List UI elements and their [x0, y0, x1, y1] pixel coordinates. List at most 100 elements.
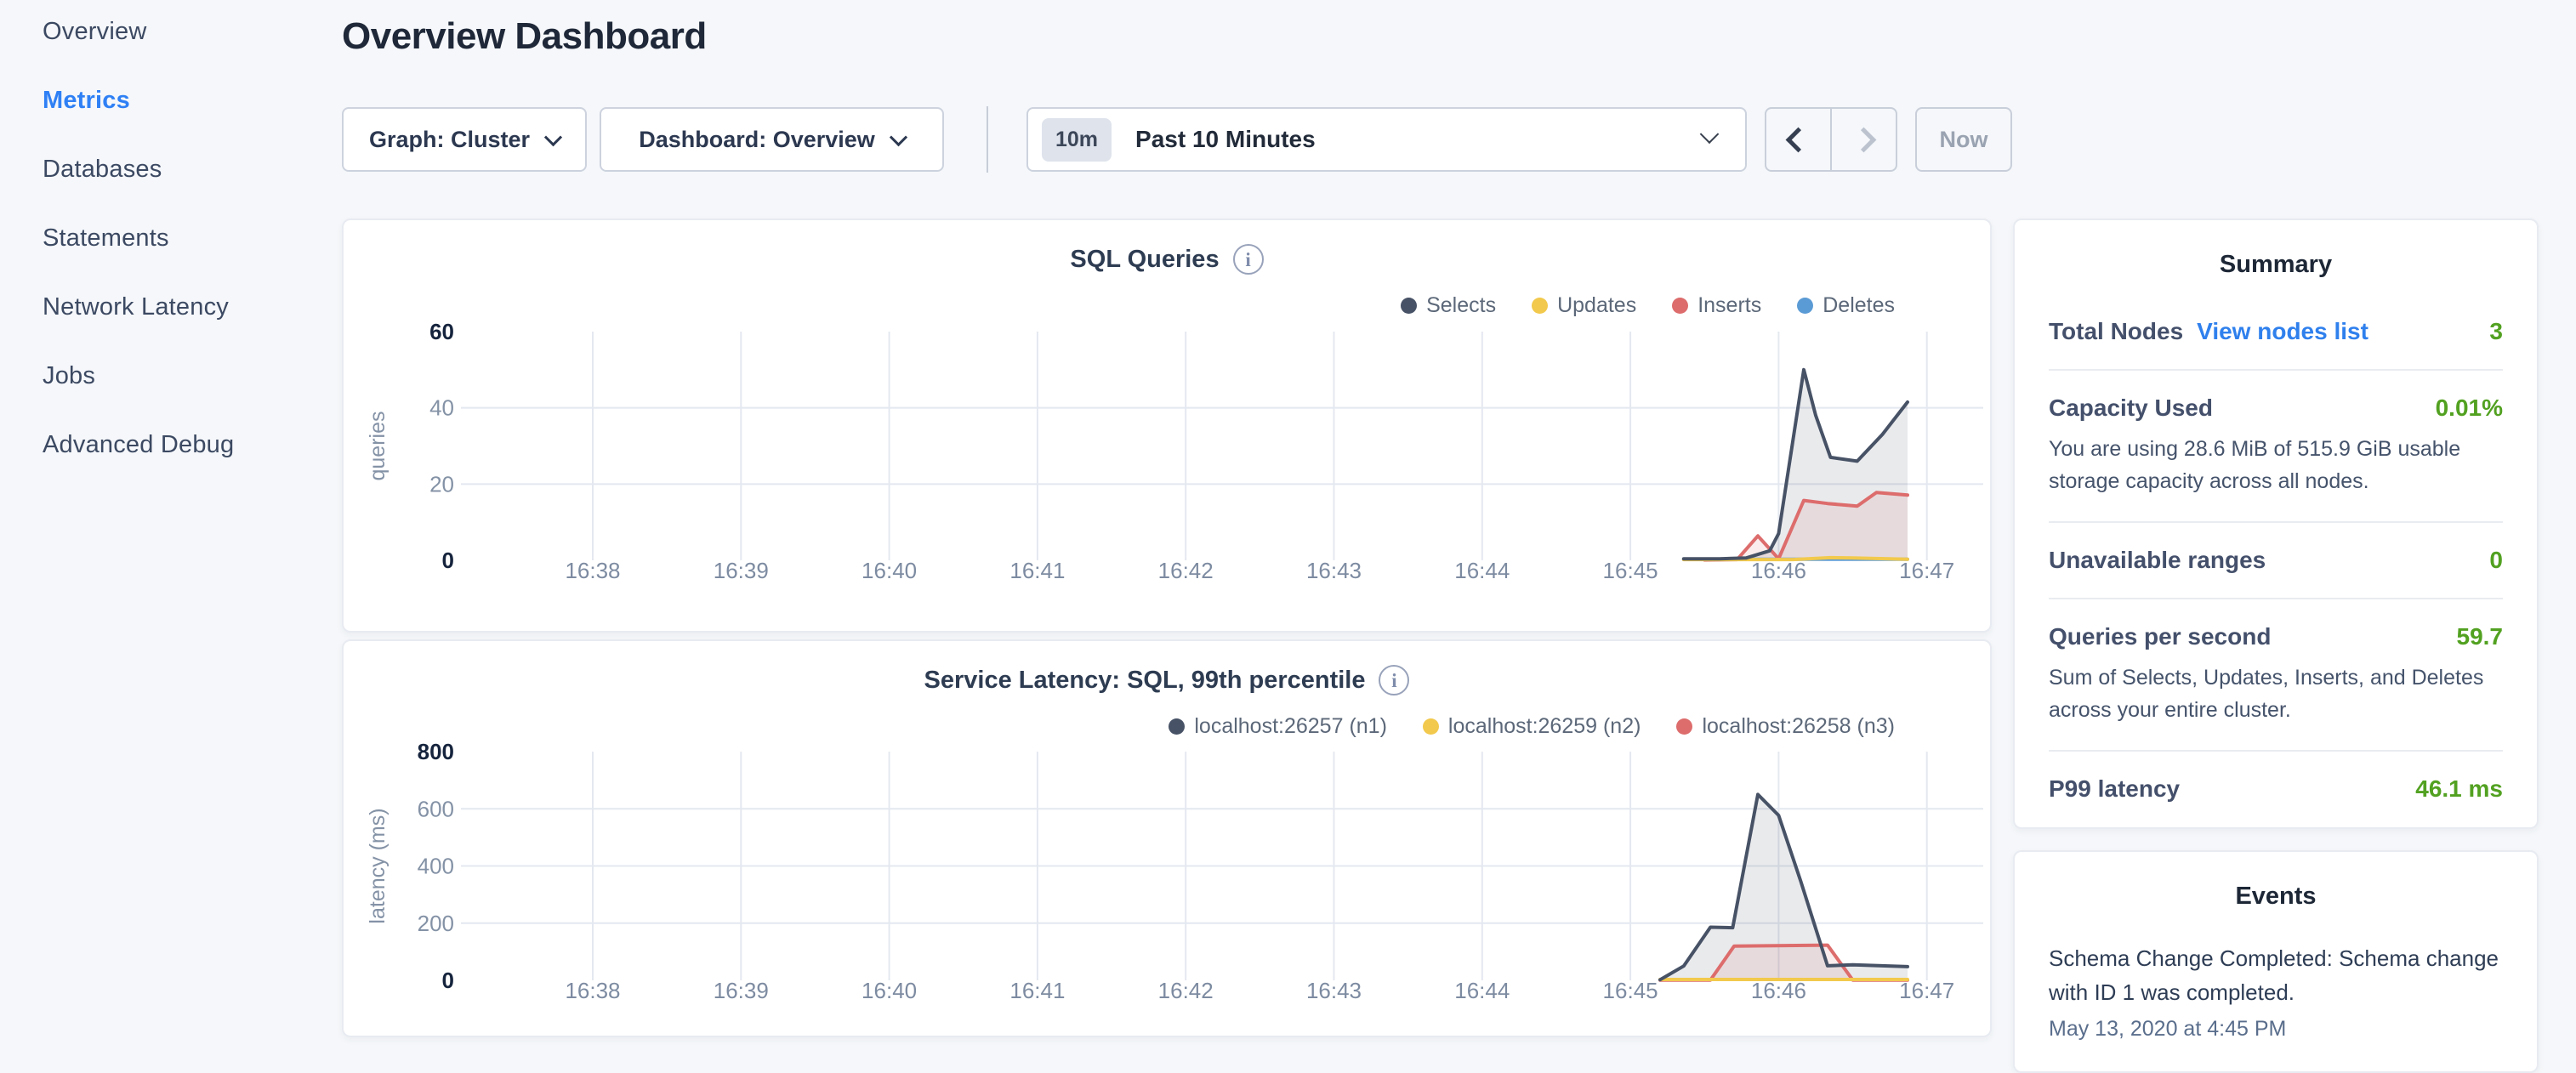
summary-panel: Summary Total Nodes View nodes list 3 Capac…: [2013, 219, 2539, 829]
legend-item: Deletes: [1797, 293, 1895, 318]
summary-row: Unavailable ranges 0: [2049, 521, 2503, 598]
svg-text:16:38: 16:38: [565, 978, 620, 1003]
chart-legend: Selects Updates Inserts Deletes: [1401, 293, 1895, 318]
svg-text:16:42: 16:42: [1158, 978, 1214, 1003]
service-latency-sql-99th-percentile-plot[interactable]: 16:3816:3916:4016:4116:4216:4316:4416:45…: [344, 736, 1993, 1036]
events-list: Schema Change Completed: Schema change w…: [2015, 941, 2537, 1042]
summary-row-value: 0.01%: [2436, 395, 2503, 422]
sidebar-item-jobs[interactable]: Jobs: [0, 342, 340, 411]
legend-dot-icon: [1672, 298, 1688, 314]
summary-row: P99 latency 46.1 ms: [2049, 750, 2503, 826]
service-latency-chart-card: Service Latency: SQL, 99th percentileilo…: [342, 639, 1992, 1037]
sql-queries-title: SQL Queries: [1070, 246, 1219, 274]
legend-label: Inserts: [1697, 293, 1761, 318]
summary-title: Summary: [2015, 251, 2537, 279]
summary-row-description: You are using 28.6 MiB of 515.9 GiB usab…: [2049, 434, 2503, 497]
svg-text:16:43: 16:43: [1306, 978, 1362, 1003]
legend-dot-icon: [1169, 718, 1185, 735]
summary-row-value: 59.7: [2457, 623, 2504, 650]
chevron-right-icon: [1851, 127, 1877, 152]
svg-text:16:45: 16:45: [1603, 558, 1658, 583]
sidebar-item-advanced-debug[interactable]: Advanced Debug: [0, 411, 340, 480]
summary-rows: Total Nodes View nodes list 3 Capacity Used…: [2049, 294, 2503, 826]
svg-text:16:40: 16:40: [862, 978, 917, 1003]
svg-text:16:39: 16:39: [714, 558, 769, 583]
summary-row-label: Queries per second: [2049, 623, 2271, 650]
legend-label: Selects: [1426, 293, 1496, 318]
summary-row-label: P99 latency: [2049, 775, 2180, 803]
view-nodes-list-link[interactable]: View nodes list: [2197, 318, 2368, 345]
events-panel: Events Schema Change Completed: Schema c…: [2013, 850, 2539, 1073]
svg-text:16:41: 16:41: [1009, 558, 1065, 583]
chart-title-row: Service Latency: SQL, 99th percentile i: [344, 665, 1990, 695]
legend-dot-icon: [1676, 718, 1692, 735]
sidebar-item-network-latency[interactable]: Network Latency: [0, 273, 340, 342]
info-icon[interactable]: i: [1379, 665, 1409, 695]
svg-text:16:40: 16:40: [862, 558, 917, 583]
sidebar-item-overview[interactable]: Overview: [0, 0, 340, 66]
svg-text:16:45: 16:45: [1603, 978, 1658, 1003]
legend-item: Updates: [1532, 293, 1636, 318]
event-timestamp: May 13, 2020 at 4:45 PM: [2049, 1017, 2503, 1042]
svg-text:16:41: 16:41: [1009, 978, 1065, 1003]
svg-text:20: 20: [429, 471, 454, 497]
svg-text:16:46: 16:46: [1751, 978, 1806, 1003]
now-button[interactable]: Now: [1915, 107, 2012, 172]
summary-row: Queries per second59.7Sum of Selects, Up…: [2049, 598, 2503, 750]
graph-dropdown[interactable]: Graph: Cluster: [342, 107, 587, 172]
legend-label: localhost:26257 (n1): [1194, 714, 1387, 739]
event-text: Schema Change Completed: Schema change w…: [2049, 941, 2503, 1010]
legend-dot-icon: [1797, 298, 1813, 314]
legend-label: Deletes: [1823, 293, 1895, 318]
svg-text:600: 600: [418, 796, 454, 821]
summary-row-label: Total Nodes: [2049, 318, 2183, 345]
summary-row: Capacity Used 0.01% You are using 28.6 MiB…: [2049, 369, 2503, 521]
graph-dropdown-label: Graph: Cluster: [369, 127, 530, 153]
legend-item: Inserts: [1672, 293, 1761, 318]
sidebar-item-databases[interactable]: Databases: [0, 135, 340, 204]
summary-row-value: 46.1 ms: [2415, 775, 2503, 803]
svg-text:16:44: 16:44: [1454, 978, 1510, 1003]
time-window-label: Past 10 Minutes: [1135, 126, 1703, 153]
svg-text:16:43: 16:43: [1306, 558, 1362, 583]
legend-item: localhost:26259 (n2): [1423, 714, 1641, 739]
svg-text:60: 60: [429, 319, 454, 344]
sidebar-item-metrics[interactable]: Metrics: [0, 66, 340, 135]
legend-dot-icon: [1401, 298, 1417, 314]
svg-text:16:47: 16:47: [1899, 558, 1954, 583]
svg-text:16:38: 16:38: [565, 558, 620, 583]
summary-row-label: Unavailable ranges: [2049, 547, 2266, 574]
prev-time-button[interactable]: [1766, 109, 1830, 170]
sql-queries-plot[interactable]: 16:38 16:39 16:40 16:41 16:42 16:43 16:44 16:45…: [344, 316, 1993, 616]
svg-text:0: 0: [442, 968, 454, 993]
legend-item: localhost:26257 (n1): [1169, 714, 1387, 739]
next-time-button[interactable]: [1830, 109, 1896, 170]
legend-label: localhost:26258 (n3): [1702, 714, 1895, 739]
time-range-selector[interactable]: 10m Past 10 Minutes: [1026, 107, 1747, 172]
chevron-left-icon: [1786, 127, 1811, 152]
svg-text:800: 800: [418, 739, 454, 764]
sidebar: OverviewMetricsDatabasesStatementsNetwor…: [0, 0, 340, 480]
service-latency-sql-99th-percentile-title: Service Latency: SQL, 99th percentile: [924, 667, 1366, 695]
chart-title-row: SQL Queries i: [344, 244, 1990, 275]
svg-text:16:42: 16:42: [1158, 558, 1214, 583]
summary-row-label: Capacity Used: [2049, 395, 2213, 422]
sidebar-item-statements[interactable]: Statements: [0, 204, 340, 273]
svg-text:16:46: 16:46: [1751, 558, 1806, 583]
time-step-buttons: [1765, 107, 1897, 172]
svg-text:40: 40: [429, 395, 454, 421]
svg-text:200: 200: [418, 911, 454, 936]
summary-row-value: 3: [2489, 318, 2503, 345]
svg-text:16:44: 16:44: [1454, 558, 1510, 583]
info-icon[interactable]: i: [1233, 244, 1264, 275]
chart-legend: localhost:26257 (n1) localhost:26259 (n2)…: [1169, 714, 1895, 739]
event-item[interactable]: Schema Change Completed: Schema change w…: [2049, 941, 2503, 1042]
page-title: Overview Dashboard: [342, 15, 707, 58]
dashboard-dropdown[interactable]: Dashboard: Overview: [600, 107, 944, 172]
legend-dot-icon: [1423, 718, 1439, 735]
toolbar-divider: [987, 106, 988, 173]
svg-text:latency (ms): latency (ms): [366, 808, 390, 923]
summary-row-value: 0: [2489, 547, 2503, 574]
legend-item: Selects: [1401, 293, 1496, 318]
legend-dot-icon: [1532, 298, 1548, 314]
